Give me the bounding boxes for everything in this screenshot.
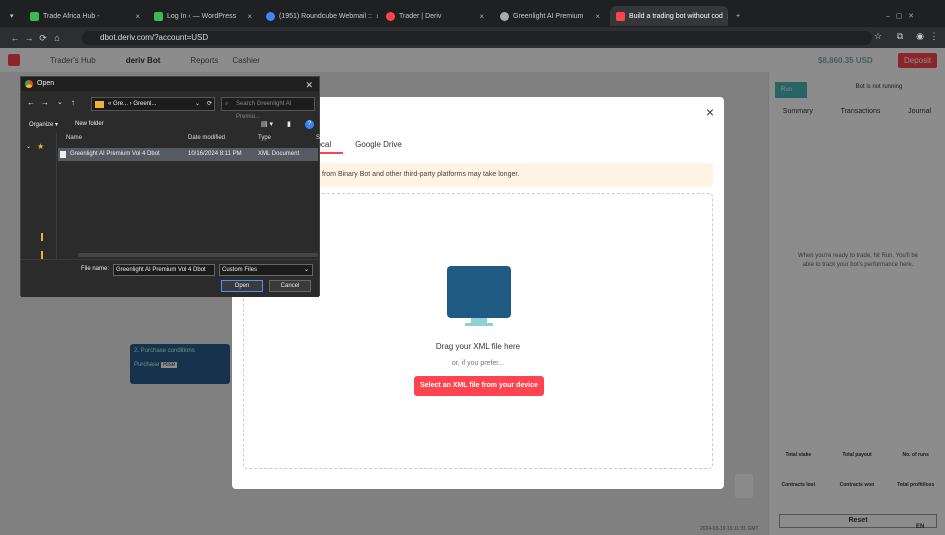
open-button[interactable]: Open (221, 280, 263, 292)
close-icon[interactable]: ✕ (305, 78, 313, 92)
drop-or: or, if you prefer... (451, 360, 505, 367)
chevron-down-icon[interactable]: ⌄ (304, 265, 309, 276)
forward-icon[interactable]: → (22, 33, 36, 43)
search-input[interactable]: ⌕ Search Greenlight AI Premiu... (221, 97, 315, 120)
tab-favicon-icon (500, 11, 509, 21)
organize-menu[interactable]: Organize ▾ (29, 121, 58, 128)
search-icon: ⌕ (225, 101, 229, 107)
browser-tab-4[interactable]: Trader | Deriv × (380, 6, 490, 26)
help-icon[interactable]: ? (305, 120, 314, 129)
tab-google-drive[interactable]: Google Drive (343, 134, 414, 154)
tab-favicon-icon (386, 11, 395, 21)
drop-title: Drag your XML file here (435, 342, 521, 351)
browser-tab-2[interactable]: Log In ‹ — WordPress × (148, 6, 258, 26)
tab-favicon-icon (154, 11, 163, 21)
new-folder-button[interactable]: New folder (75, 121, 104, 127)
file-name-input[interactable]: Greenlight AI Premium Vol 4 Dbot (113, 264, 215, 276)
close-icon[interactable]: × (727, 12, 728, 21)
forward-icon[interactable]: → (41, 98, 49, 107)
browser-tab-6[interactable]: Build a trading bot without cod × (610, 6, 728, 26)
file-name-label: File name: (81, 266, 110, 272)
file-type: XML Document (258, 151, 300, 157)
new-tab-icon[interactable]: + (730, 6, 744, 26)
file-list: Name Date modified Type S Greenlight AI … (58, 133, 321, 259)
col-name[interactable]: Name (66, 135, 82, 141)
col-size[interactable]: S (316, 135, 320, 141)
refresh-icon[interactable]: ⟳ (207, 98, 212, 111)
file-type-select[interactable]: Custom Files ⌄ (219, 264, 313, 276)
browser-tab-5[interactable]: Greenlight AI Premium × (494, 6, 606, 26)
dialog-title: Open (37, 80, 55, 87)
chrome-icon (25, 80, 33, 88)
browser-tab-bar: ▾ Trade Africa Hub - × Log In ‹ — WordPr… (0, 0, 945, 28)
dialog-title-bar: Open ✕ (21, 77, 319, 91)
tab-label: Build a trading bot without cod (629, 12, 723, 20)
chevron-down-icon[interactable]: ⌄ (57, 98, 63, 106)
folder-icon (95, 101, 104, 108)
monitor-base (465, 323, 493, 326)
browser-tab-1[interactable]: Trade Africa Hub - × (24, 6, 146, 26)
dialog-nav: ← → ⌄ ↑ « Gre... › Greenl... ⌄ ⟳ ⌕ Searc… (21, 95, 319, 120)
chevron-down-icon[interactable]: ⌄ (26, 143, 31, 150)
extensions-icon[interactable]: ⧉ (893, 31, 907, 42)
dialog-toolbar: Organize ▾ New folder ▤ ▾ ▮ ? (21, 117, 319, 133)
tab-label: Greenlight AI Premium (513, 12, 584, 20)
select-xml-button[interactable]: Select an XML file from your device (414, 376, 544, 396)
up-icon[interactable]: ↑ (71, 98, 75, 107)
menu-icon[interactable]: ⋮ (927, 31, 941, 42)
path-text: « Gre... › Greenl... (108, 101, 157, 107)
chevron-down-icon[interactable]: ⌄ (195, 98, 200, 111)
horizontal-scrollbar[interactable] (78, 253, 318, 257)
tab-label: Trade Africa Hub - (43, 12, 100, 20)
profile-icon[interactable]: ◉ (913, 31, 927, 42)
file-row[interactable]: Greenlight AI Premium Vol 4 Dbot 10/16/2… (58, 148, 318, 161)
navigation-pane: ⌄ ★ (23, 133, 57, 259)
browser-nav-bar: ← → ⟳ ⌂ dbot.deriv.com/?account=USD ☆ ⧉ … (0, 28, 945, 48)
folder-indicator (41, 251, 43, 259)
address-bar[interactable]: dbot.deriv.com/?account=USD (82, 31, 872, 45)
col-type[interactable]: Type (258, 135, 271, 141)
window-controls[interactable]: – ▢ ✕ (880, 6, 940, 26)
preview-pane-icon[interactable]: ▮ (287, 120, 291, 128)
tab-favicon-icon (616, 11, 625, 21)
path-bar[interactable]: « Gre... › Greenl... ⌄ ⟳ (91, 97, 215, 111)
browser-tab-3[interactable]: (1951) Roundcube Webmail :: × (260, 6, 378, 26)
file-name: Greenlight AI Premium Vol 4 Dbot (70, 151, 160, 157)
close-icon[interactable]: × (479, 12, 484, 21)
col-date[interactable]: Date modified (188, 135, 225, 141)
tab-favicon-icon (266, 11, 275, 21)
monitor-icon (447, 266, 511, 318)
folder-indicator (41, 233, 43, 241)
file-type-value: Custom Files (222, 267, 258, 273)
close-icon[interactable]: × (247, 12, 252, 21)
file-date: 10/16/2024 8:11 PM (188, 151, 242, 157)
back-icon[interactable]: ← (27, 98, 35, 107)
dialog-footer: File name: Greenlight AI Premium Vol 4 D… (21, 259, 319, 297)
tab-label: Log In ‹ — WordPress (167, 12, 237, 20)
tab-label: Trader | Deriv (399, 12, 442, 20)
close-icon[interactable]: × (595, 12, 600, 21)
home-icon[interactable]: ⌂ (50, 33, 64, 43)
tab-favicon-icon (30, 11, 39, 21)
cancel-button[interactable]: Cancel (269, 280, 311, 292)
tab-label: (1951) Roundcube Webmail :: (279, 12, 372, 20)
quick-access-icon[interactable]: ★ (37, 142, 44, 151)
close-icon[interactable]: × (135, 12, 140, 21)
trash-icon[interactable] (735, 474, 753, 498)
file-open-dialog: Open ✕ ← → ⌄ ↑ « Gre... › Greenl... ⌄ ⟳ … (20, 76, 321, 297)
reload-icon[interactable]: ⟳ (36, 33, 50, 44)
file-icon (60, 151, 66, 158)
view-options-icon[interactable]: ▤ ▾ (261, 120, 273, 128)
bookmark-star-icon[interactable]: ☆ (871, 31, 885, 42)
close-icon[interactable]: × (376, 12, 378, 21)
back-icon[interactable]: ← (8, 33, 22, 43)
tab-search-icon[interactable]: ▾ (4, 6, 20, 26)
close-icon[interactable]: × (706, 104, 714, 120)
